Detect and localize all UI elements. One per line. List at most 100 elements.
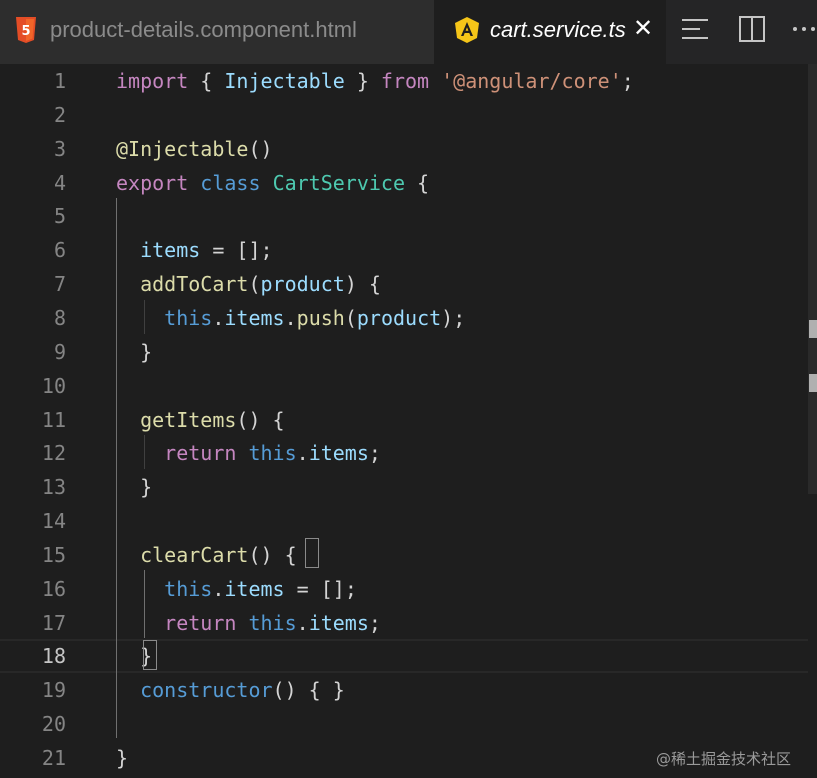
code-line[interactable]: 9 } bbox=[0, 335, 808, 369]
code-line[interactable]: 6 items = []; bbox=[0, 233, 808, 267]
code-line[interactable]: 14 bbox=[0, 504, 808, 538]
line-number: 12 bbox=[41, 441, 66, 466]
code-line[interactable]: 16 this.items = []; bbox=[0, 572, 808, 606]
code-token: clearCart bbox=[140, 542, 249, 567]
code-text[interactable]: items = []; bbox=[116, 233, 272, 267]
code-text[interactable]: getItems() { bbox=[116, 403, 285, 437]
code-token: items bbox=[308, 610, 369, 635]
code-line[interactable]: 18 } bbox=[0, 639, 808, 674]
angular-icon bbox=[455, 17, 479, 43]
code-token: items bbox=[224, 305, 285, 330]
code-token: } bbox=[116, 475, 153, 500]
code-token: () { bbox=[248, 542, 297, 567]
code-token: () { bbox=[236, 407, 285, 432]
code-line[interactable]: 10 bbox=[0, 369, 808, 403]
code-token: items bbox=[308, 441, 369, 466]
code-line[interactable]: 4 export class CartService { bbox=[0, 166, 808, 200]
line-number: 14 bbox=[41, 509, 66, 534]
line-number: 18 bbox=[41, 644, 66, 669]
more-actions-icon[interactable] bbox=[792, 14, 817, 44]
code-token: () { } bbox=[272, 678, 345, 703]
code-line[interactable]: 15 clearCart() { bbox=[0, 538, 808, 572]
code-token: this bbox=[248, 441, 297, 466]
code-text[interactable]: @Injectable() bbox=[116, 132, 273, 166]
code-text[interactable]: clearCart() { bbox=[116, 538, 297, 572]
code-token: . bbox=[284, 305, 297, 330]
code-text[interactable]: } bbox=[116, 335, 152, 369]
indent-guide bbox=[116, 198, 117, 738]
code-line[interactable]: 1 import { Injectable } from '@angular/co… bbox=[0, 64, 808, 98]
line-number: 16 bbox=[41, 576, 66, 601]
line-number: 7 bbox=[53, 272, 66, 297]
tab-bar: 5 product-details.component.html cart.se… bbox=[0, 0, 817, 64]
line-number: 8 bbox=[53, 305, 66, 330]
line-number: 4 bbox=[53, 170, 66, 195]
line-number: 5 bbox=[53, 204, 66, 229]
code-token: () bbox=[248, 136, 273, 161]
code-text[interactable]: return this.items; bbox=[116, 606, 381, 640]
code-token: . bbox=[296, 610, 309, 635]
code-line[interactable]: 5 bbox=[0, 199, 808, 233]
html5-icon: 5 bbox=[16, 17, 36, 43]
code-editor[interactable]: 1 import { Injectable } from '@angular/co… bbox=[0, 64, 817, 778]
scrollbar-marker bbox=[809, 374, 817, 392]
code-token: this bbox=[164, 576, 213, 601]
code-line[interactable]: 12 return this.items; bbox=[0, 436, 808, 470]
code-line[interactable]: 17 return this.items; bbox=[0, 606, 808, 640]
code-token: import bbox=[116, 69, 189, 93]
code-line[interactable]: 20 bbox=[0, 707, 808, 741]
scrollbar-thumb[interactable] bbox=[808, 64, 817, 494]
split-editor-icon[interactable] bbox=[737, 14, 767, 44]
tab-cart-service-ts[interactable]: cart.service.ts ✕ bbox=[434, 0, 666, 64]
split-menu-icon[interactable] bbox=[680, 14, 710, 44]
code-token: product bbox=[356, 305, 442, 330]
code-token: addToCart bbox=[140, 272, 249, 297]
code-line[interactable]: 11 getItems() { bbox=[0, 403, 808, 437]
code-token: { bbox=[405, 170, 430, 195]
code-token: '@angular/core' bbox=[441, 69, 622, 93]
code-token: ( bbox=[248, 272, 261, 297]
line-number: 13 bbox=[41, 475, 66, 500]
code-text[interactable]: export class CartService { bbox=[116, 166, 429, 200]
line-number: 11 bbox=[41, 407, 66, 432]
line-number: 3 bbox=[53, 136, 66, 161]
code-line[interactable]: 13 } bbox=[0, 470, 808, 504]
line-number: 20 bbox=[41, 712, 66, 737]
code-line[interactable]: 19 constructor() { } bbox=[0, 673, 808, 707]
code-token: ); bbox=[441, 305, 466, 330]
code-text[interactable]: addToCart(product) { bbox=[116, 267, 381, 301]
code-text[interactable]: } bbox=[116, 741, 128, 775]
code-line[interactable]: 8 this.items.push(product); bbox=[0, 301, 808, 335]
code-text[interactable]: constructor() { } bbox=[116, 673, 345, 707]
code-line[interactable]: 3 @Injectable() bbox=[0, 132, 808, 166]
tab-label: cart.service.ts bbox=[490, 17, 626, 42]
code-token: . bbox=[212, 305, 225, 330]
code-text[interactable]: import { Injectable } from '@angular/cor… bbox=[116, 64, 634, 98]
line-number: 2 bbox=[53, 102, 66, 127]
svg-text:5: 5 bbox=[21, 24, 30, 39]
code-text[interactable]: this.items = []; bbox=[116, 572, 357, 606]
line-number: 15 bbox=[41, 542, 66, 567]
code-line[interactable]: 2 bbox=[0, 98, 808, 132]
code-text[interactable]: this.items.push(product); bbox=[116, 301, 465, 335]
code-text[interactable]: return this.items; bbox=[116, 436, 381, 470]
code-line[interactable]: 7 addToCart(product) { bbox=[0, 267, 808, 301]
code-token: CartService bbox=[272, 170, 406, 195]
line-number: 6 bbox=[53, 238, 66, 263]
close-tab-icon[interactable]: ✕ bbox=[632, 14, 654, 44]
code-token: return bbox=[164, 610, 237, 635]
code-token: this bbox=[164, 305, 213, 330]
indent-guide bbox=[144, 300, 145, 334]
tab-product-details-html[interactable]: 5 product-details.component.html bbox=[0, 0, 434, 64]
code-text[interactable]: } bbox=[116, 470, 152, 504]
code-token: class bbox=[200, 170, 261, 195]
